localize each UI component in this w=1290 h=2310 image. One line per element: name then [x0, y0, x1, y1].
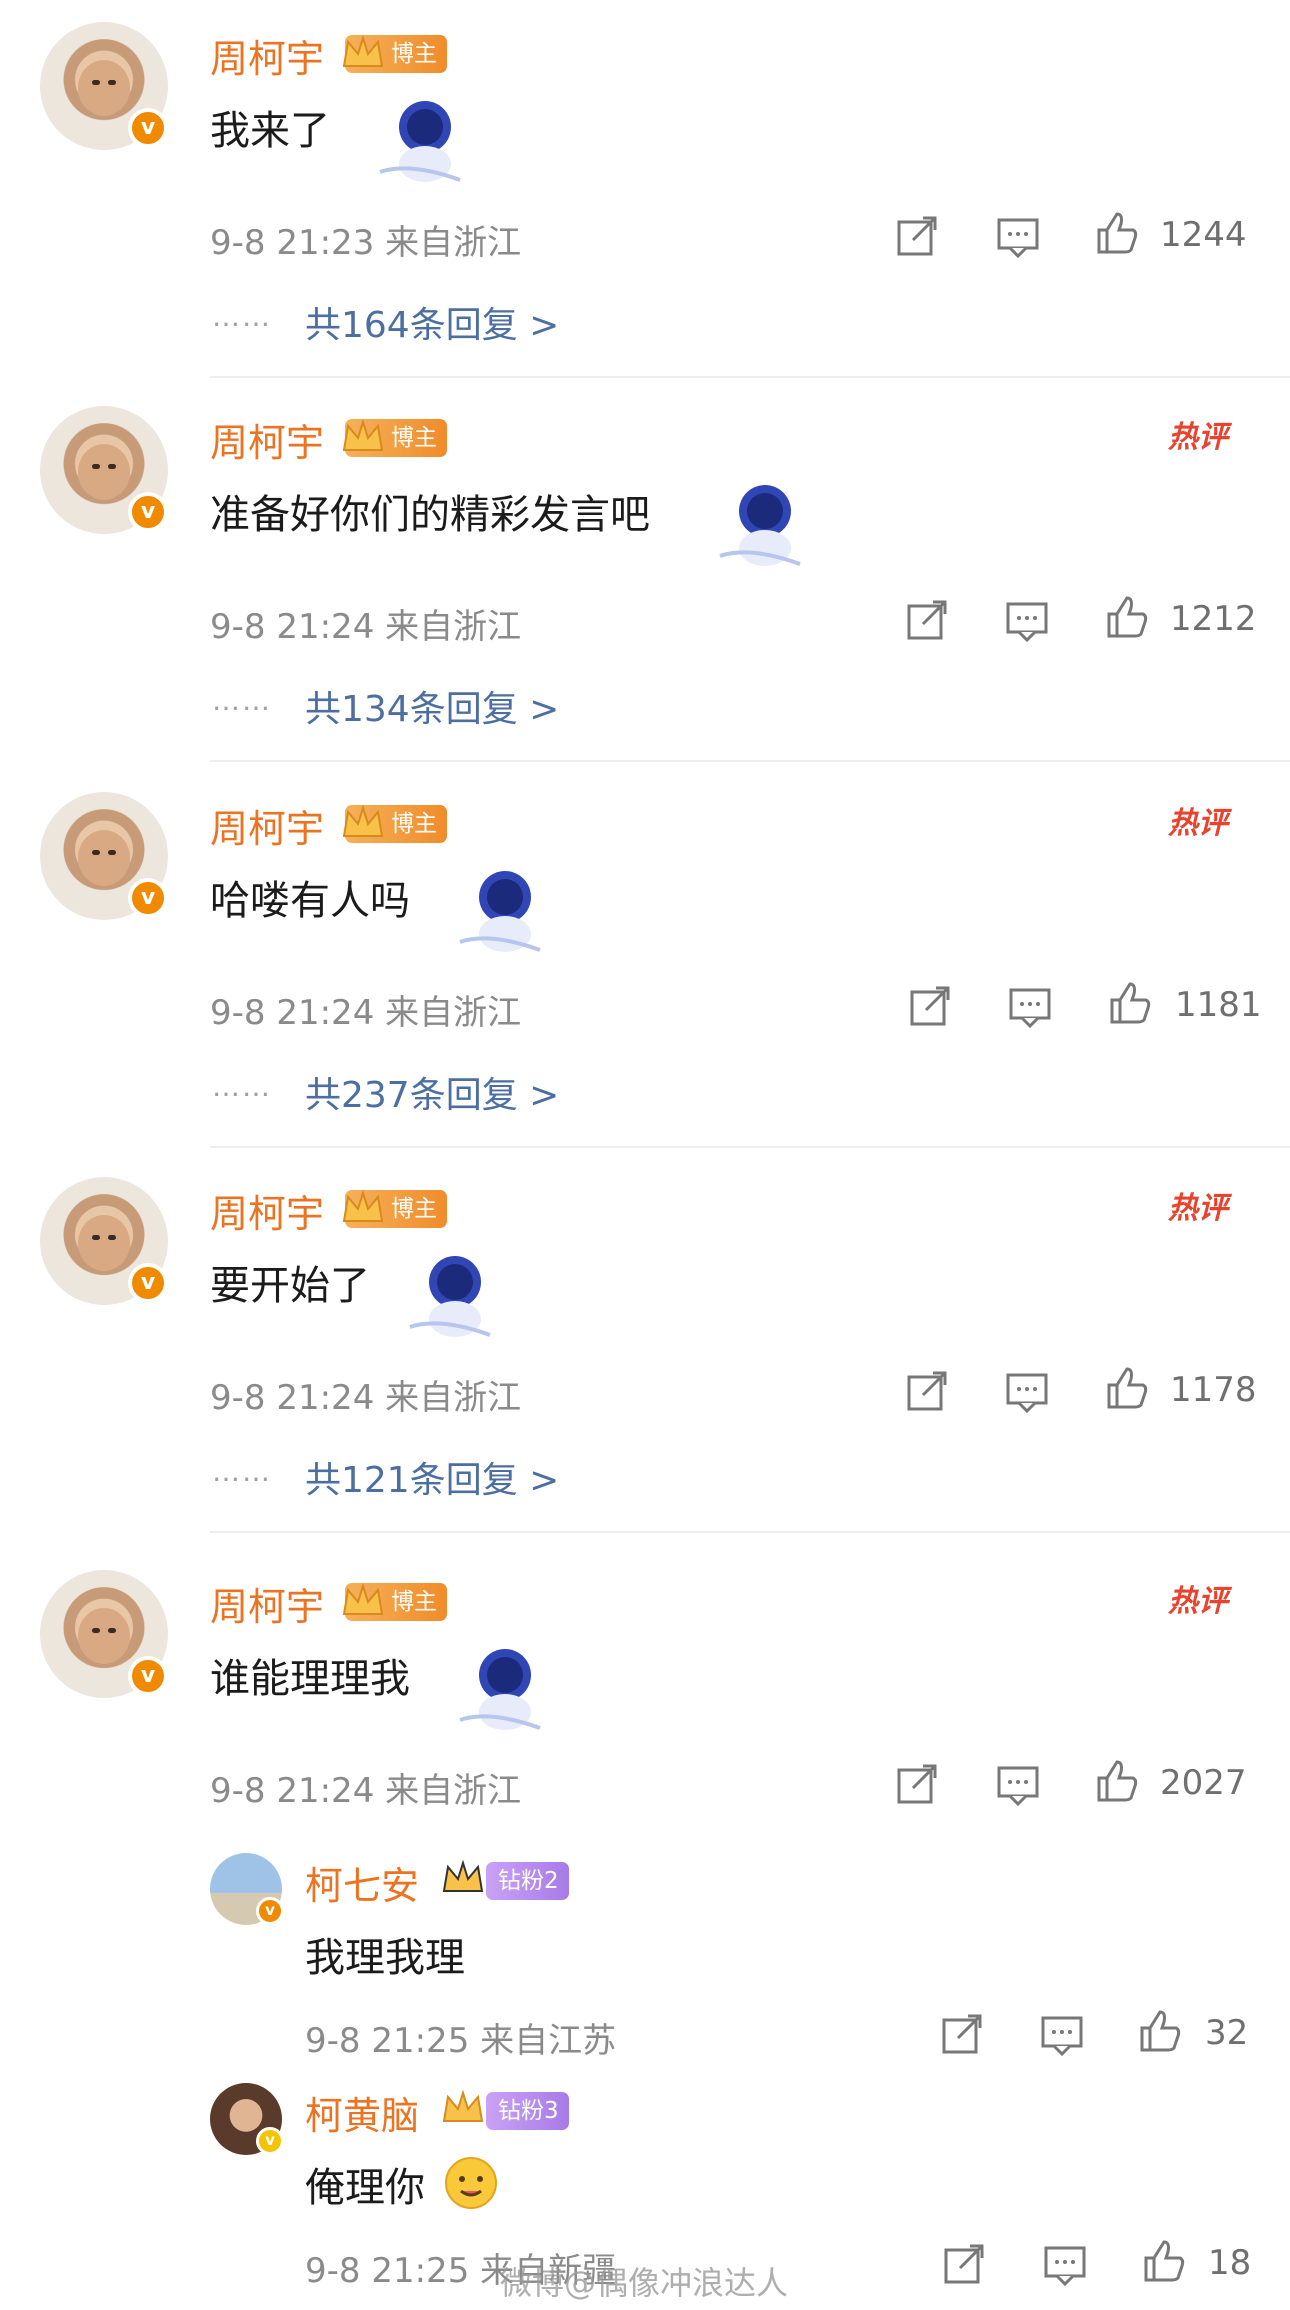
avatar[interactable]: v [40, 22, 168, 150]
comment-meta: 9-8 21:23 来自浙江 [210, 223, 522, 263]
hot-comment-badge: 热评 [1168, 1191, 1228, 1226]
divider [210, 760, 1290, 762]
thumbs-up-icon[interactable] [1105, 1365, 1149, 1409]
reply-text: 俺理你 [305, 2165, 425, 2211]
crown-icon [342, 1189, 384, 1222]
thumbs-up-icon[interactable] [1095, 1758, 1139, 1802]
like-count: 1181 [1175, 985, 1262, 1025]
comment-icon[interactable] [1005, 598, 1049, 642]
avatar[interactable]: v [40, 1570, 168, 1698]
divider [210, 376, 1290, 378]
verified-badge-icon: v [128, 878, 168, 918]
drooling-face-emoji [445, 2157, 497, 2209]
watermark: 微博@偶像冲浪达人 [500, 2264, 789, 2302]
reply-dots: …… [212, 1455, 272, 1488]
comment-meta: 9-8 21:24 来自浙江 [210, 1771, 522, 1811]
share-icon[interactable] [895, 214, 939, 258]
crown-icon [442, 2089, 484, 2122]
share-icon[interactable] [940, 2012, 984, 2056]
comment-text: 要开始了 [210, 1263, 370, 1309]
reply-dots: …… [212, 1070, 272, 1103]
crown-icon [342, 1582, 384, 1615]
astronaut-sticker [459, 871, 541, 952]
crown-icon [342, 34, 384, 67]
crown-icon [342, 804, 384, 837]
view-replies-link[interactable]: 共237条回复 > [305, 1066, 559, 1118]
comment-icon[interactable] [1043, 2242, 1087, 2286]
avatar[interactable]: v [210, 1853, 284, 1925]
username[interactable]: 周柯宇 [210, 1183, 324, 1238]
thumbs-up-icon[interactable] [1105, 594, 1149, 638]
share-icon[interactable] [905, 1369, 949, 1413]
username[interactable]: 周柯宇 [210, 1576, 324, 1631]
comment-icon[interactable] [1040, 2012, 1084, 2056]
crown-icon [442, 1859, 484, 1892]
reply-text: 我理我理 [305, 1935, 465, 1981]
divider [210, 1146, 1290, 1148]
verified-badge-icon: v [128, 1656, 168, 1696]
username[interactable]: 周柯宇 [210, 412, 324, 467]
view-replies-link[interactable]: 共134条回复 > [305, 680, 559, 732]
avatar[interactable]: v [40, 406, 168, 534]
hot-comment-badge: 热评 [1168, 420, 1228, 455]
verified-badge-icon: v [128, 108, 168, 148]
comment-text: 我来了 [210, 108, 330, 154]
comment-icon[interactable] [1005, 1369, 1049, 1413]
share-icon[interactable] [942, 2242, 986, 2286]
verified-badge-icon: v [128, 492, 168, 532]
verified-badge-icon: v [128, 1263, 168, 1303]
verified-badge-icon: v [256, 2127, 284, 2155]
comment-meta: 9-8 21:24 来自浙江 [210, 993, 522, 1033]
comment-icon[interactable] [996, 1762, 1040, 1806]
comment-icon[interactable] [996, 214, 1040, 258]
view-replies-link[interactable]: 共121条回复 > [305, 1451, 559, 1503]
astronaut-sticker [719, 485, 801, 566]
fan-badge: 钻粉3 [486, 2092, 569, 2130]
reply-dots: …… [212, 684, 272, 717]
avatar[interactable]: v [40, 792, 168, 920]
astronaut-sticker [459, 1649, 541, 1730]
thumbs-up-icon[interactable] [1142, 2238, 1186, 2282]
thumbs-up-icon[interactable] [1138, 2008, 1182, 2052]
comment-icon[interactable] [1008, 984, 1052, 1028]
like-count: 1212 [1170, 599, 1257, 639]
hot-comment-badge: 热评 [1168, 1584, 1228, 1619]
comment-text: 哈喽有人吗 [210, 878, 410, 924]
reply-dots: …… [212, 300, 272, 333]
divider [210, 1531, 1290, 1533]
comment-text: 谁能理理我 [210, 1656, 410, 1702]
username[interactable]: 柯七安 [305, 1855, 419, 1910]
like-count: 1178 [1170, 1370, 1257, 1410]
avatar[interactable]: v [40, 1177, 168, 1305]
comment-text: 准备好你们的精彩发言吧 [210, 492, 650, 538]
like-count: 1244 [1160, 215, 1247, 255]
username[interactable]: 柯黄脑 [305, 2085, 419, 2140]
hot-comment-badge: 热评 [1168, 806, 1228, 841]
view-replies-link[interactable]: 共164条回复 > [305, 296, 559, 348]
like-count: 18 [1208, 2243, 1252, 2283]
comment-meta: 9-8 21:24 来自浙江 [210, 607, 522, 647]
like-count: 2027 [1160, 1763, 1247, 1803]
fan-badge: 钻粉2 [486, 1862, 569, 1900]
verified-badge-icon: v [256, 1897, 284, 1925]
username[interactable]: 周柯宇 [210, 28, 324, 83]
avatar[interactable]: v [210, 2083, 284, 2155]
comment-meta: 9-8 21:24 来自浙江 [210, 1378, 522, 1418]
username[interactable]: 周柯宇 [210, 798, 324, 853]
crown-icon [342, 418, 384, 451]
reply-meta: 9-8 21:25 来自江苏 [305, 2021, 617, 2061]
thumbs-up-icon[interactable] [1095, 210, 1139, 254]
astronaut-sticker [409, 1256, 491, 1337]
share-icon[interactable] [905, 598, 949, 642]
thumbs-up-icon[interactable] [1108, 980, 1152, 1024]
like-count: 32 [1205, 2013, 1249, 2053]
share-icon[interactable] [895, 1762, 939, 1806]
astronaut-sticker [379, 101, 461, 182]
share-icon[interactable] [908, 984, 952, 1028]
